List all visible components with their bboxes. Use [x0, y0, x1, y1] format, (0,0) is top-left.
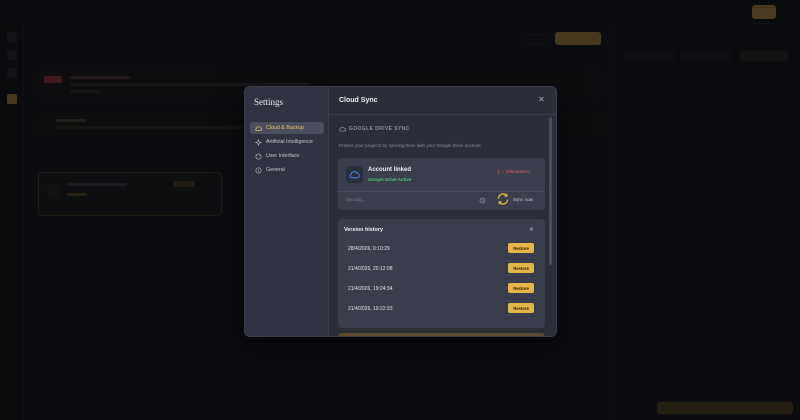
nav-artificial-intelligence[interactable]: Artificial Intelligence: [250, 136, 324, 148]
scrollbar[interactable]: [549, 117, 552, 265]
history-row: 21/4/2026, 19:24:34 Restore: [338, 282, 545, 296]
history-date: 21/4/2026, 19:24:34: [348, 286, 393, 292]
cloud-icon: [255, 125, 262, 132]
palette-icon: [255, 153, 262, 160]
divider: [338, 191, 545, 192]
close-icon[interactable]: ✕: [538, 96, 545, 104]
sparkle-icon: [255, 138, 262, 146]
account-status: Google Drive Active: [368, 177, 412, 182]
nav-label: Artificial Intelligence: [266, 139, 313, 145]
sync-icon[interactable]: [496, 192, 510, 206]
history-title: Version history: [344, 227, 383, 233]
app-window: Settings Cloud & Backup Artificial Intel…: [0, 0, 800, 420]
sync-status-text: Syncing...: [346, 197, 366, 202]
version-history-panel: Version history ✕ 28/4/2026, 0:10:29 Res…: [338, 219, 545, 328]
section-description: Protect your projects by syncing them wi…: [339, 143, 482, 148]
logout-icon: [→: [498, 170, 505, 175]
next-section-peek: [338, 333, 545, 336]
restore-button[interactable]: Restore: [508, 303, 534, 313]
settings-content: Cloud Sync ✕ GOOGLE DRIVE SYNC Protect y…: [329, 87, 556, 336]
info-icon: [255, 167, 262, 174]
history-date: 21/4/2026, 19:22:33: [348, 306, 393, 312]
account-card: Account linked Google Drive Active [→ Di…: [338, 158, 545, 210]
history-row: 21/4/2026, 19:22:33 Restore: [338, 302, 545, 316]
sync-now-button[interactable]: Sync now: [513, 197, 533, 202]
disconnect-label: Disconnect: [506, 170, 530, 175]
section-title-text: GOOGLE DRIVE SYNC: [349, 126, 410, 132]
nav-general[interactable]: General: [250, 164, 324, 176]
restore-button[interactable]: Restore: [508, 263, 534, 273]
settings-title: Settings: [254, 97, 284, 107]
cloud-icon: [339, 126, 346, 132]
cloud-icon: [346, 166, 363, 183]
nav-label: User Interface: [266, 153, 300, 159]
history-icon[interactable]: [478, 196, 486, 204]
account-name: Account linked: [368, 167, 412, 173]
close-icon[interactable]: ✕: [529, 226, 534, 233]
content-title: Cloud Sync: [339, 97, 378, 104]
content-header: Cloud Sync ✕: [329, 87, 556, 115]
nav-label: General: [266, 167, 285, 173]
restore-button[interactable]: Restore: [508, 283, 534, 293]
history-date: 21/4/2026, 20:12:08: [348, 266, 393, 272]
history-row: 21/4/2026, 20:12:08 Restore: [338, 262, 545, 276]
nav-label: Cloud & Backup: [266, 125, 304, 131]
nav-cloud-backup[interactable]: Cloud & Backup: [250, 122, 324, 134]
settings-modal: Settings Cloud & Backup Artificial Intel…: [244, 86, 557, 337]
section-title: GOOGLE DRIVE SYNC: [339, 126, 410, 132]
nav-user-interface[interactable]: User Interface: [250, 150, 324, 162]
disconnect-button[interactable]: [→ Disconnect: [498, 170, 530, 175]
settings-sidebar: Settings Cloud & Backup Artificial Intel…: [245, 87, 329, 336]
restore-button[interactable]: Restore: [508, 243, 534, 253]
history-row: 28/4/2026, 0:10:29 Restore: [338, 242, 545, 256]
history-date: 28/4/2026, 0:10:29: [348, 246, 390, 252]
